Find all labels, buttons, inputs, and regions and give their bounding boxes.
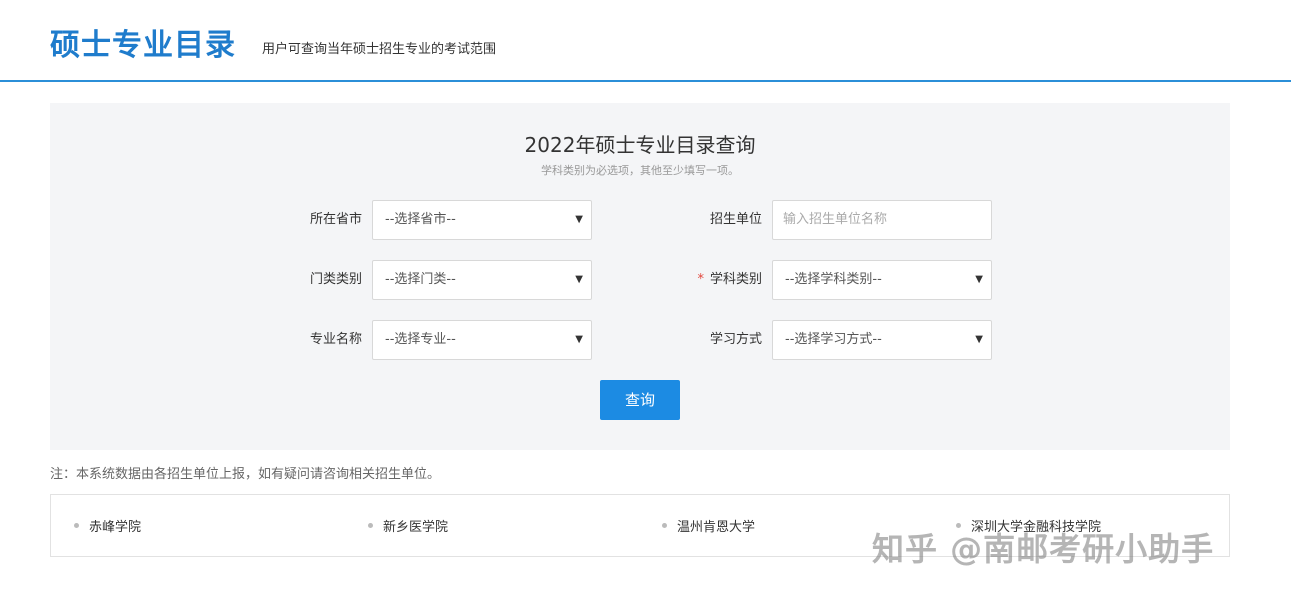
province-select-value: --选择省市-- (385, 212, 456, 227)
watermark: 知乎 @南邮考研小助手 (872, 530, 1215, 568)
school-name: 温州肯恩大学 (677, 520, 756, 535)
bullet-dot-icon (368, 523, 373, 528)
data-source-note: 注：本系统数据由各招生单位上报，如有疑问请咨询相关招生单位。 (50, 467, 441, 482)
school-name: 赤峰学院 (89, 520, 142, 535)
bullet-dot-icon (662, 523, 667, 528)
discipline-select-value: --选择学科类别-- (785, 272, 882, 287)
discipline-select[interactable]: --选择学科类别-- ▼ (772, 260, 992, 300)
study-mode-select[interactable]: --选择学习方式-- ▼ (772, 320, 992, 360)
discipline-label-wrap: * 学科类别 (642, 260, 762, 300)
caret-down-icon: ▼ (975, 274, 983, 285)
unit-input-placeholder: 输入招生单位名称 (783, 212, 888, 227)
study-mode-select-value: --选择学习方式-- (785, 332, 882, 347)
province-select[interactable]: --选择省市-- ▼ (372, 200, 592, 240)
major-select[interactable]: --选择专业-- ▼ (372, 320, 592, 360)
unit-input[interactable]: 输入招生单位名称 (772, 200, 992, 240)
required-mark: * (697, 272, 704, 287)
school-item[interactable]: 新乡医学院 (368, 516, 448, 535)
site-title[interactable]: 硕士专业目录 (50, 20, 236, 64)
caret-down-icon: ▼ (575, 274, 583, 285)
major-label: 专业名称 (309, 332, 362, 347)
caret-down-icon: ▼ (575, 334, 583, 345)
province-label: 所在省市 (309, 212, 362, 227)
bullet-dot-icon (74, 523, 79, 528)
caret-down-icon: ▼ (575, 214, 583, 225)
caret-down-icon: ▼ (975, 334, 983, 345)
school-item[interactable]: 赤峰学院 (74, 516, 141, 535)
school-item[interactable]: 温州肯恩大学 (662, 516, 755, 535)
category-select-value: --选择门类-- (385, 272, 456, 287)
site-header: 硕士专业目录 用户可查询当年硕士招生专业的考试范围 (0, 0, 1291, 82)
category-label: 门类类别 (309, 272, 362, 287)
search-title: 2022年硕士专业目录查询 (524, 133, 756, 157)
search-panel: 2022年硕士专业目录查询 学科类别为必选项，其他至少填写一项。 所在省市 --… (50, 103, 1230, 450)
query-button[interactable]: 查询 (600, 380, 680, 420)
search-hint: 学科类别为必选项，其他至少填写一项。 (541, 164, 739, 177)
category-select[interactable]: --选择门类-- ▼ (372, 260, 592, 300)
unit-label: 招生单位 (709, 212, 762, 227)
discipline-label: 学科类别 (709, 272, 762, 287)
study-mode-label: 学习方式 (709, 332, 762, 347)
site-slogan: 用户可查询当年硕士招生专业的考试范围 (262, 42, 497, 57)
major-select-value: --选择专业-- (385, 332, 456, 347)
school-name: 新乡医学院 (383, 520, 449, 535)
